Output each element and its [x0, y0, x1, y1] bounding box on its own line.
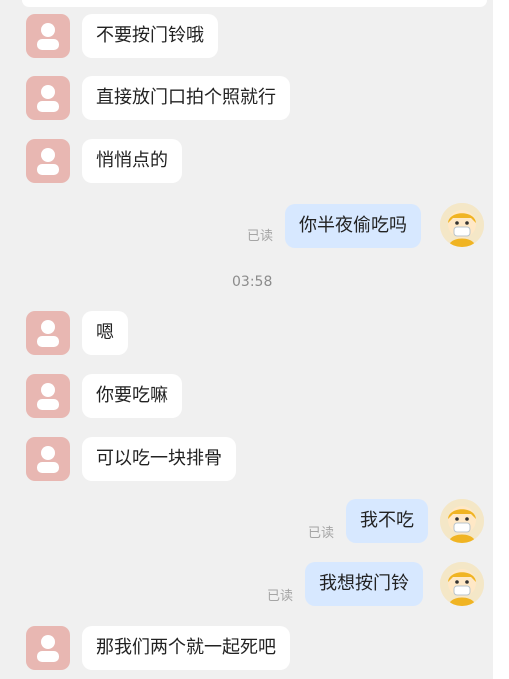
message-bubble-incoming[interactable]: 不要按门铃哦 [82, 14, 218, 58]
self-avatar[interactable] [440, 562, 484, 606]
self-avatar[interactable] [440, 499, 484, 543]
top-message-edge [22, 0, 487, 7]
person-silhouette-icon [37, 383, 59, 410]
person-silhouette-icon [37, 635, 59, 662]
contact-avatar[interactable] [26, 76, 70, 120]
message-bubble-incoming[interactable]: 那我们两个就一起死吧 [82, 626, 290, 670]
message-bubble-incoming[interactable]: 你要吃嘛 [82, 374, 182, 418]
contact-avatar[interactable] [26, 626, 70, 670]
message-bubble-outgoing[interactable]: 我想按门铃 [305, 562, 423, 606]
masked-cartoon-avatar-icon [440, 562, 484, 606]
contact-avatar[interactable] [26, 311, 70, 355]
read-status-label: 已读 [247, 229, 274, 244]
right-edge [493, 0, 509, 679]
masked-cartoon-avatar-icon [440, 499, 484, 543]
message-bubble-outgoing[interactable]: 你半夜偷吃吗 [285, 204, 421, 248]
self-avatar[interactable] [440, 203, 484, 247]
person-silhouette-icon [37, 23, 59, 50]
message-bubble-incoming[interactable]: 嗯 [82, 311, 128, 355]
read-status-label: 已读 [308, 526, 335, 541]
contact-avatar[interactable] [26, 139, 70, 183]
contact-avatar[interactable] [26, 374, 70, 418]
person-silhouette-icon [37, 85, 59, 112]
contact-avatar[interactable] [26, 14, 70, 58]
message-bubble-incoming[interactable]: 可以吃一块排骨 [82, 437, 236, 481]
masked-cartoon-avatar-icon [440, 203, 484, 247]
person-silhouette-icon [37, 148, 59, 175]
chat-screen: 不要按门铃哦 直接放门口拍个照就行 悄悄点的 已读 你半夜偷吃吗 03:58 嗯… [0, 0, 509, 679]
person-silhouette-icon [37, 320, 59, 347]
contact-avatar[interactable] [26, 437, 70, 481]
message-bubble-outgoing[interactable]: 我不吃 [346, 499, 428, 543]
read-status-label: 已读 [267, 589, 294, 604]
person-silhouette-icon [37, 446, 59, 473]
message-bubble-incoming[interactable]: 悄悄点的 [82, 139, 182, 183]
message-bubble-incoming[interactable]: 直接放门口拍个照就行 [82, 76, 290, 120]
chat-timestamp: 03:58 [232, 274, 273, 290]
